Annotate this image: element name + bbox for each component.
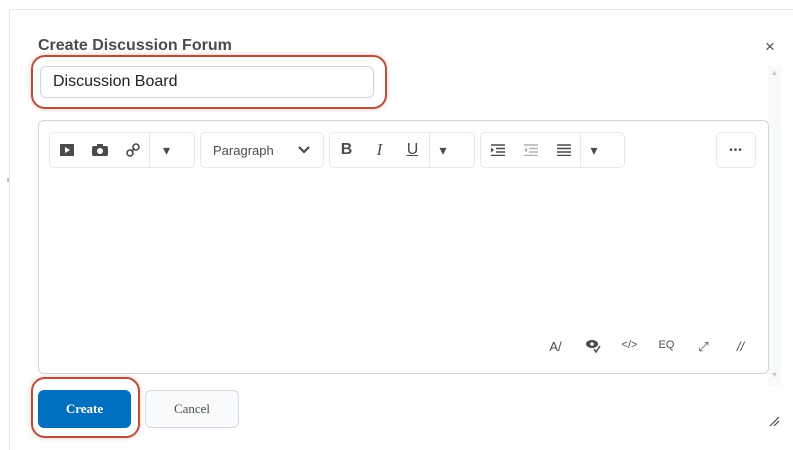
source-code-icon[interactable]: </> bbox=[611, 339, 648, 356]
paragraph-tools-group: ▾ bbox=[480, 132, 625, 168]
format-select-value: Paragraph bbox=[213, 142, 274, 158]
more-options-button[interactable]: ••• bbox=[716, 132, 756, 168]
bold-button[interactable]: B bbox=[330, 133, 363, 167]
editor-resize-icon[interactable]: // bbox=[722, 339, 759, 356]
cancel-button[interactable]: Cancel bbox=[145, 390, 239, 428]
underline-button[interactable]: U bbox=[396, 133, 429, 167]
editor-status-tools: A/ </> EQ ⤢ // bbox=[537, 339, 759, 356]
chevron-down-icon[interactable]: ▾ bbox=[430, 133, 456, 167]
description-editor[interactable]: ▾ Paragraph B I U ▾ ▾ ••• A/ </> EQ ⤢ // bbox=[38, 120, 769, 374]
scroll-down-icon[interactable]: ▼ bbox=[771, 372, 778, 379]
scrollbar[interactable]: ▲ ▼ bbox=[768, 66, 781, 386]
list-icon[interactable] bbox=[547, 133, 580, 167]
link-icon[interactable] bbox=[116, 133, 149, 167]
camera-icon[interactable] bbox=[83, 133, 116, 167]
chevron-down-icon[interactable]: ▾ bbox=[150, 133, 183, 167]
page-edge-marker bbox=[7, 178, 9, 182]
create-forum-dialog: Create Discussion Forum × ▲ ▼ ▾ Paragrap… bbox=[9, 9, 793, 450]
chevron-down-icon[interactable]: ▾ bbox=[581, 133, 607, 167]
outdent-icon[interactable] bbox=[514, 133, 547, 167]
text-style-group: B I U ▾ bbox=[329, 132, 475, 168]
chevron-down-icon bbox=[286, 133, 323, 167]
video-icon[interactable] bbox=[50, 133, 83, 167]
ellipsis-icon: ••• bbox=[729, 144, 743, 156]
insert-toolbar-group: ▾ bbox=[49, 132, 195, 168]
forum-name-input[interactable] bbox=[40, 66, 374, 98]
accessibility-check-icon[interactable] bbox=[574, 339, 611, 356]
close-icon[interactable]: × bbox=[765, 37, 775, 57]
format-select[interactable]: Paragraph bbox=[200, 132, 324, 168]
dialog-resize-icon[interactable] bbox=[768, 415, 780, 430]
fullscreen-icon[interactable]: ⤢ bbox=[685, 339, 722, 356]
preview-icon[interactable]: EQ bbox=[648, 339, 685, 356]
scroll-up-icon[interactable]: ▲ bbox=[771, 70, 778, 77]
italic-button[interactable]: I bbox=[363, 133, 396, 167]
dialog-title: Create Discussion Forum bbox=[38, 37, 232, 54]
create-button[interactable]: Create bbox=[38, 390, 131, 428]
spellcheck-icon[interactable]: A/ bbox=[537, 339, 574, 356]
indent-icon[interactable] bbox=[481, 133, 514, 167]
